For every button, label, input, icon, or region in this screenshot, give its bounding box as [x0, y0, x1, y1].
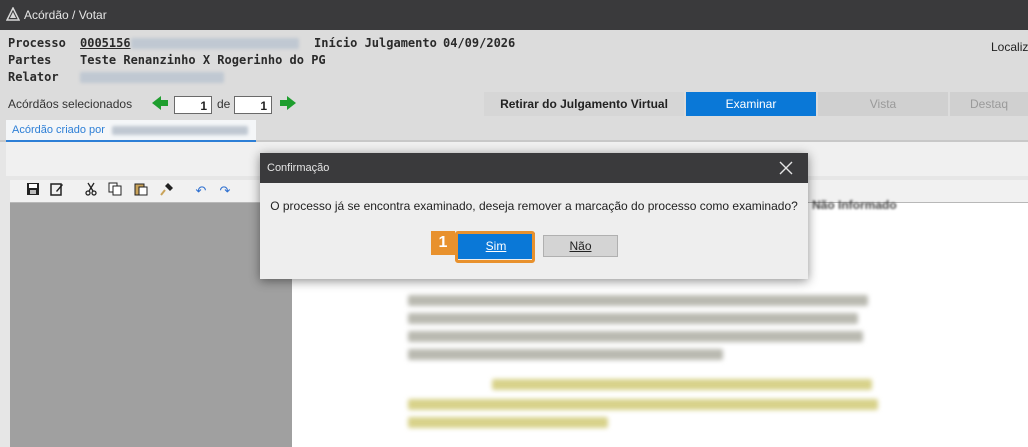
next-arrow-icon[interactable] — [280, 96, 296, 110]
paste-icon[interactable] — [132, 182, 150, 200]
document-header-fragment: Não Informado — [812, 198, 897, 212]
partes-label: Partes — [8, 53, 52, 67]
retirar-julgamento-button[interactable]: Retirar do Julgamento Virtual — [484, 92, 684, 116]
blurred-text-line — [408, 331, 863, 342]
step-badge: 1 — [431, 231, 455, 255]
blurred-text-line — [408, 295, 868, 306]
processo-number: 0005156 — [80, 36, 131, 50]
no-button-label: Não — [569, 239, 592, 253]
examinar-button[interactable]: Examinar — [686, 92, 816, 116]
relator-value-redacted — [80, 72, 224, 83]
blurred-text-line — [492, 379, 872, 390]
previous-arrow-icon[interactable] — [152, 96, 168, 110]
acordaos-selecionados-label: Acórdãos selecionados — [8, 97, 133, 111]
current-index-input[interactable]: 1 — [174, 96, 212, 114]
edit-icon[interactable] — [48, 182, 66, 200]
processo-label: Processo — [8, 36, 66, 50]
copy-icon[interactable] — [106, 182, 124, 200]
window-titlebar: Acórdão / Votar — [0, 0, 1028, 30]
acordao-tab[interactable]: Acórdão criado por — [6, 120, 256, 142]
save-icon[interactable] — [24, 182, 42, 200]
navigation-panel — [10, 203, 292, 447]
vista-button[interactable]: Vista — [818, 92, 948, 116]
no-button[interactable]: Não — [543, 235, 618, 257]
close-icon[interactable] — [778, 160, 794, 176]
processo-number-redacted — [130, 38, 299, 49]
inicio-julgamento-value: 04/09/2026 — [443, 36, 516, 50]
partes-value: Teste Renanzinho X Rogerinho do PG — [80, 53, 326, 67]
destaque-button[interactable]: Destaq — [950, 92, 1028, 116]
inicio-julgamento-label: Início Julgamento — [314, 36, 437, 50]
blurred-text-line — [408, 417, 608, 428]
acordao-tab-label: Acórdão criado por — [12, 124, 105, 136]
total-count-field: 1 — [234, 96, 272, 114]
acordao-author-redacted — [112, 125, 249, 135]
highlight-box — [455, 231, 535, 263]
localizacao-label: Localiz — [991, 40, 1028, 54]
relator-label: Relator — [8, 70, 59, 84]
blurred-text-line — [408, 349, 723, 360]
blurred-text-line — [408, 399, 878, 410]
of-label: de — [217, 97, 231, 111]
redo-icon[interactable]: ↷ — [216, 182, 234, 200]
window-title: Acórdão / Votar — [24, 8, 107, 22]
blurred-text-line — [408, 313, 858, 324]
cut-icon[interactable] — [82, 182, 100, 200]
format-painter-icon[interactable] — [158, 182, 176, 200]
dialog-title: Confirmação — [260, 153, 808, 183]
processo-link[interactable]: 0005156 — [80, 36, 299, 50]
undo-icon[interactable]: ↶ — [192, 182, 210, 200]
dialog-message: O processo já se encontra examinado, des… — [270, 199, 798, 213]
app-logo-icon — [6, 7, 20, 21]
